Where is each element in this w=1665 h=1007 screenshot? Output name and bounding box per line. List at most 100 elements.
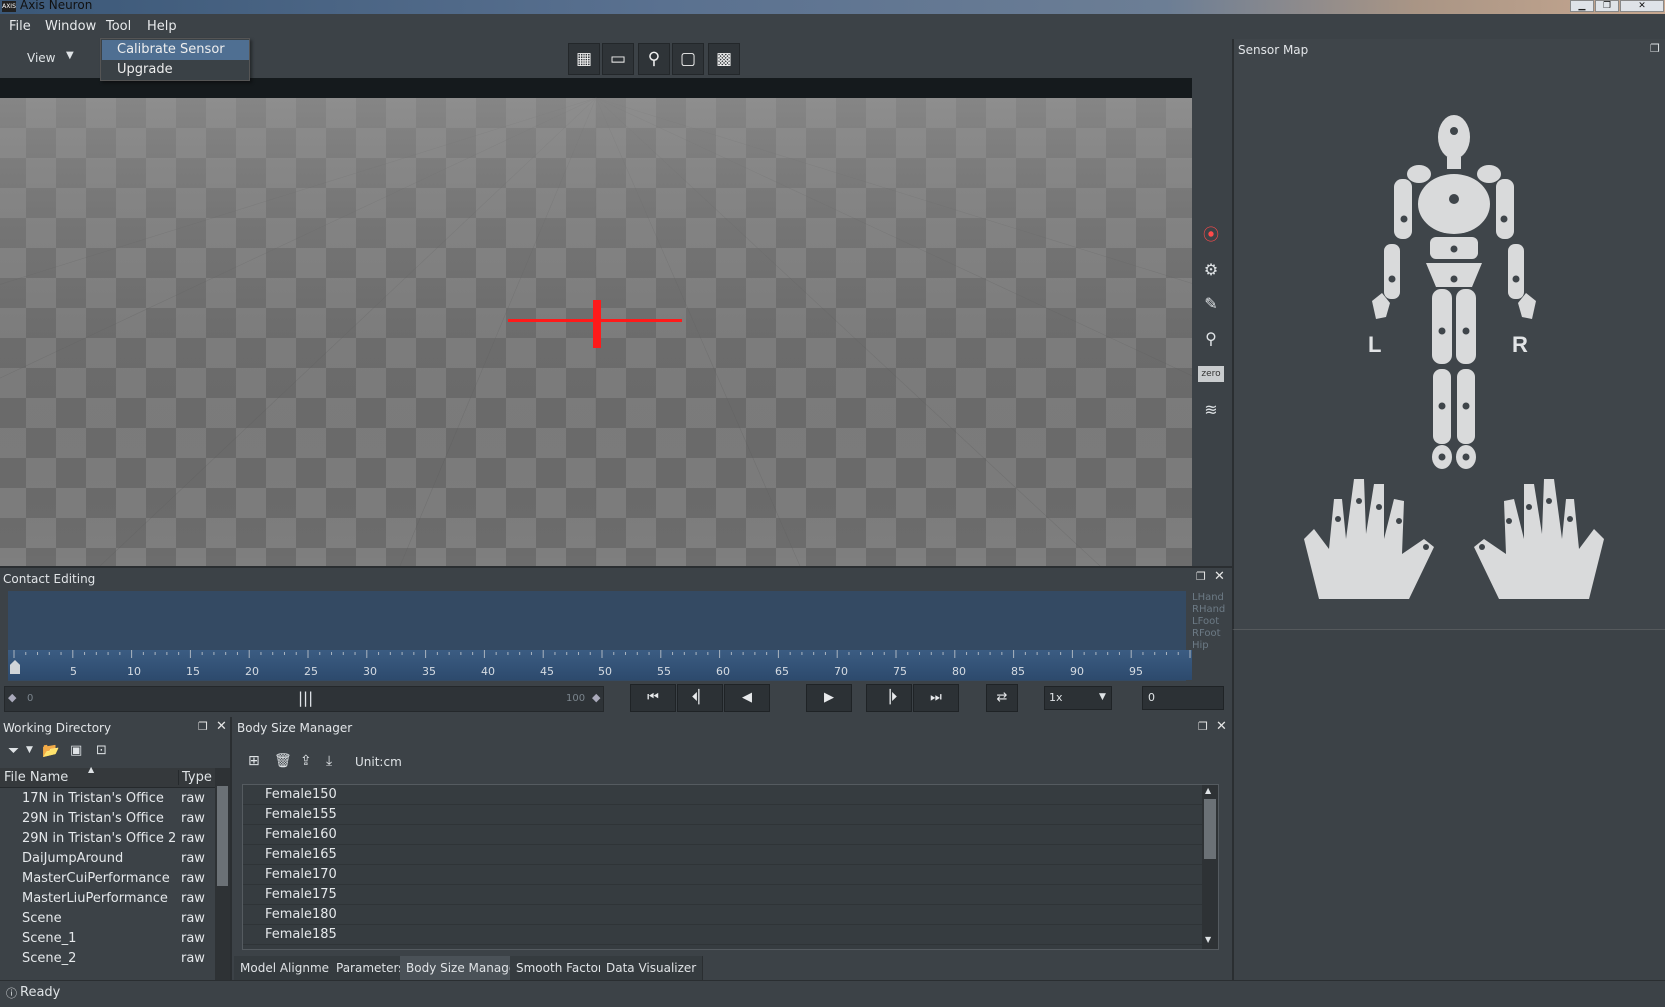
menu-file[interactable]: File (9, 19, 31, 34)
close-icon[interactable]: ✕ (216, 719, 227, 734)
step-back-button[interactable]: ⏴▏ (677, 684, 723, 712)
range-end-handle-icon[interactable]: ◆ (592, 691, 600, 704)
file-row[interactable]: MasterLiuPerformance raw (0, 889, 216, 909)
close-window-icon[interactable]: ✕ (1620, 0, 1664, 12)
tick-label: 10 (127, 665, 141, 678)
list-item[interactable]: Female175 (243, 885, 1202, 905)
chevron-down-icon[interactable]: ▼ (66, 50, 74, 61)
status-bar: ⓘ Ready (0, 980, 1665, 1007)
3d-viewport[interactable] (0, 78, 1192, 566)
scrollbar-thumb[interactable] (1204, 799, 1216, 859)
file-row[interactable]: MasterCuiPerformance raw (0, 869, 216, 889)
file-row[interactable]: Scene raw (0, 909, 216, 929)
range-slider[interactable]: ◆ 0 ||| 100 ◆ (4, 686, 604, 712)
tick-label: 95 (1129, 665, 1143, 678)
chevron-down-icon[interactable]: ▼ (1099, 692, 1106, 702)
file-row[interactable]: DaiJumpAround raw (0, 849, 216, 869)
close-icon[interactable]: ✕ (1216, 719, 1227, 734)
info-icon: ⓘ (6, 987, 17, 1000)
skeleton-icon[interactable]: ⚲ (638, 43, 670, 75)
menu-help[interactable]: Help (147, 19, 177, 34)
range-grip-icon[interactable]: ||| (298, 689, 313, 707)
smooth-icon[interactable]: ≋ (1198, 397, 1224, 423)
checkerboard-icon[interactable]: ▦ (568, 43, 600, 75)
tick-label: 15 (186, 665, 200, 678)
scrollbar[interactable]: ▲ ▼ (1202, 785, 1218, 949)
body-sensor-diagram[interactable]: L R (1234, 69, 1665, 629)
list-item[interactable]: Female155 (243, 805, 1202, 825)
column-type[interactable]: Type (178, 770, 212, 785)
undock-icon[interactable]: ❐ (198, 720, 208, 733)
file-row[interactable]: 29N in Tristan's Office 2 raw (0, 829, 216, 849)
tab-smooth-factor[interactable]: Smooth Factor (510, 956, 610, 980)
range-start-handle-icon[interactable]: ◆ (8, 691, 16, 704)
undock-icon[interactable]: ❐ (1196, 570, 1206, 583)
tab-body-size-manager[interactable]: Body Size Manager (400, 956, 529, 980)
close-icon[interactable]: ✕ (1214, 569, 1225, 584)
minimize-icon[interactable]: ▁ (1570, 0, 1594, 12)
view-menu[interactable]: View (27, 51, 55, 65)
list-item[interactable]: Female180 (243, 905, 1202, 925)
undock-icon[interactable]: ❐ (1198, 720, 1208, 733)
list-item[interactable]: Female160 (243, 825, 1202, 845)
skip-to-start-button[interactable]: ⏮ (630, 684, 676, 712)
sensor-calibrate-icon[interactable]: ⚙ (1198, 257, 1224, 283)
frame-input[interactable]: 0 (1142, 686, 1224, 710)
maximize-icon[interactable]: ❐ (1595, 0, 1619, 12)
import-icon[interactable]: ⤓ (326, 753, 332, 769)
camera-view-icon[interactable]: ▭ (602, 43, 634, 75)
list-item[interactable]: Female150 (243, 785, 1202, 805)
file-row[interactable]: Scene_2 raw (0, 949, 216, 969)
channel-label: LFoot (1192, 616, 1220, 627)
export-icon[interactable]: ⇪ (300, 753, 312, 769)
record-icon[interactable]: ⦿ (1198, 222, 1224, 248)
tick-label: 50 (598, 665, 612, 678)
play-button[interactable]: ▶ (806, 684, 852, 712)
file-row[interactable]: 17N in Tristan's Office raw (0, 789, 216, 809)
chevron-down-icon[interactable]: ▼ (26, 745, 33, 755)
panel-title: Sensor Map (1238, 43, 1309, 57)
loop-icon[interactable]: ⇄ (986, 684, 1018, 712)
step-forward-button[interactable]: ▕⏵ (866, 684, 912, 712)
speed-select[interactable]: 1x ▼ (1044, 686, 1112, 710)
menu-item-calibrate-sensor[interactable]: Calibrate Sensor (102, 40, 249, 60)
tick-label: 45 (540, 665, 554, 678)
play-reverse-button[interactable]: ◀ (724, 684, 770, 712)
tab-data-visualizer[interactable]: Data Visualizer (600, 956, 704, 980)
panel-layout-icon[interactable]: ▢ (672, 43, 704, 75)
skip-to-end-button[interactable]: ⏭ (913, 684, 959, 712)
speed-value: 1x (1049, 691, 1063, 704)
file-row[interactable]: 29N in Tristan's Office raw (0, 809, 216, 829)
grid-pattern-icon[interactable]: ▩ (708, 43, 740, 75)
tick-label: 90 (1070, 665, 1084, 678)
delete-icon[interactable]: 🗑 (274, 753, 292, 769)
scrollbar-thumb[interactable] (217, 786, 228, 886)
pose-calibrate-icon[interactable]: ✎ (1198, 291, 1224, 317)
list-item[interactable]: Female170 (243, 865, 1202, 885)
tick-label: 5 (70, 665, 77, 678)
t-pose-icon[interactable]: ⚲ (1198, 326, 1224, 352)
scroll-up-icon[interactable]: ▲ (1205, 786, 1211, 795)
file-row[interactable]: Scene_1 raw (0, 929, 216, 949)
undock-icon[interactable]: ❐ (1650, 42, 1660, 55)
frame-value: 0 (1148, 691, 1155, 704)
scrollbar[interactable] (215, 768, 230, 980)
list-item[interactable]: Female185 (243, 925, 1202, 945)
menu-window[interactable]: Window (45, 19, 96, 34)
open-folder-icon[interactable]: 📂 (42, 743, 59, 759)
channel-label: RHand (1192, 604, 1226, 615)
column-file-name[interactable]: File Name (4, 770, 68, 785)
menu-tool[interactable]: Tool (106, 19, 131, 34)
menu-item-upgrade[interactable]: Upgrade (102, 60, 249, 80)
add-icon[interactable]: ⊞ (248, 753, 260, 769)
zero-button[interactable]: zero (1198, 366, 1224, 382)
search-file-icon[interactable]: ⊡ (96, 743, 107, 758)
list-item[interactable]: Female165 (243, 845, 1202, 865)
unit-label: Unit:cm (355, 755, 402, 769)
snapshot-icon[interactable]: ▣ (70, 743, 82, 758)
scroll-down-icon[interactable]: ▼ (1205, 935, 1211, 944)
crosshair-vertical (593, 300, 601, 348)
tick-label: 75 (893, 665, 907, 678)
tick-label: 85 (1011, 665, 1025, 678)
filter-icon[interactable]: ⏷ (8, 743, 19, 759)
